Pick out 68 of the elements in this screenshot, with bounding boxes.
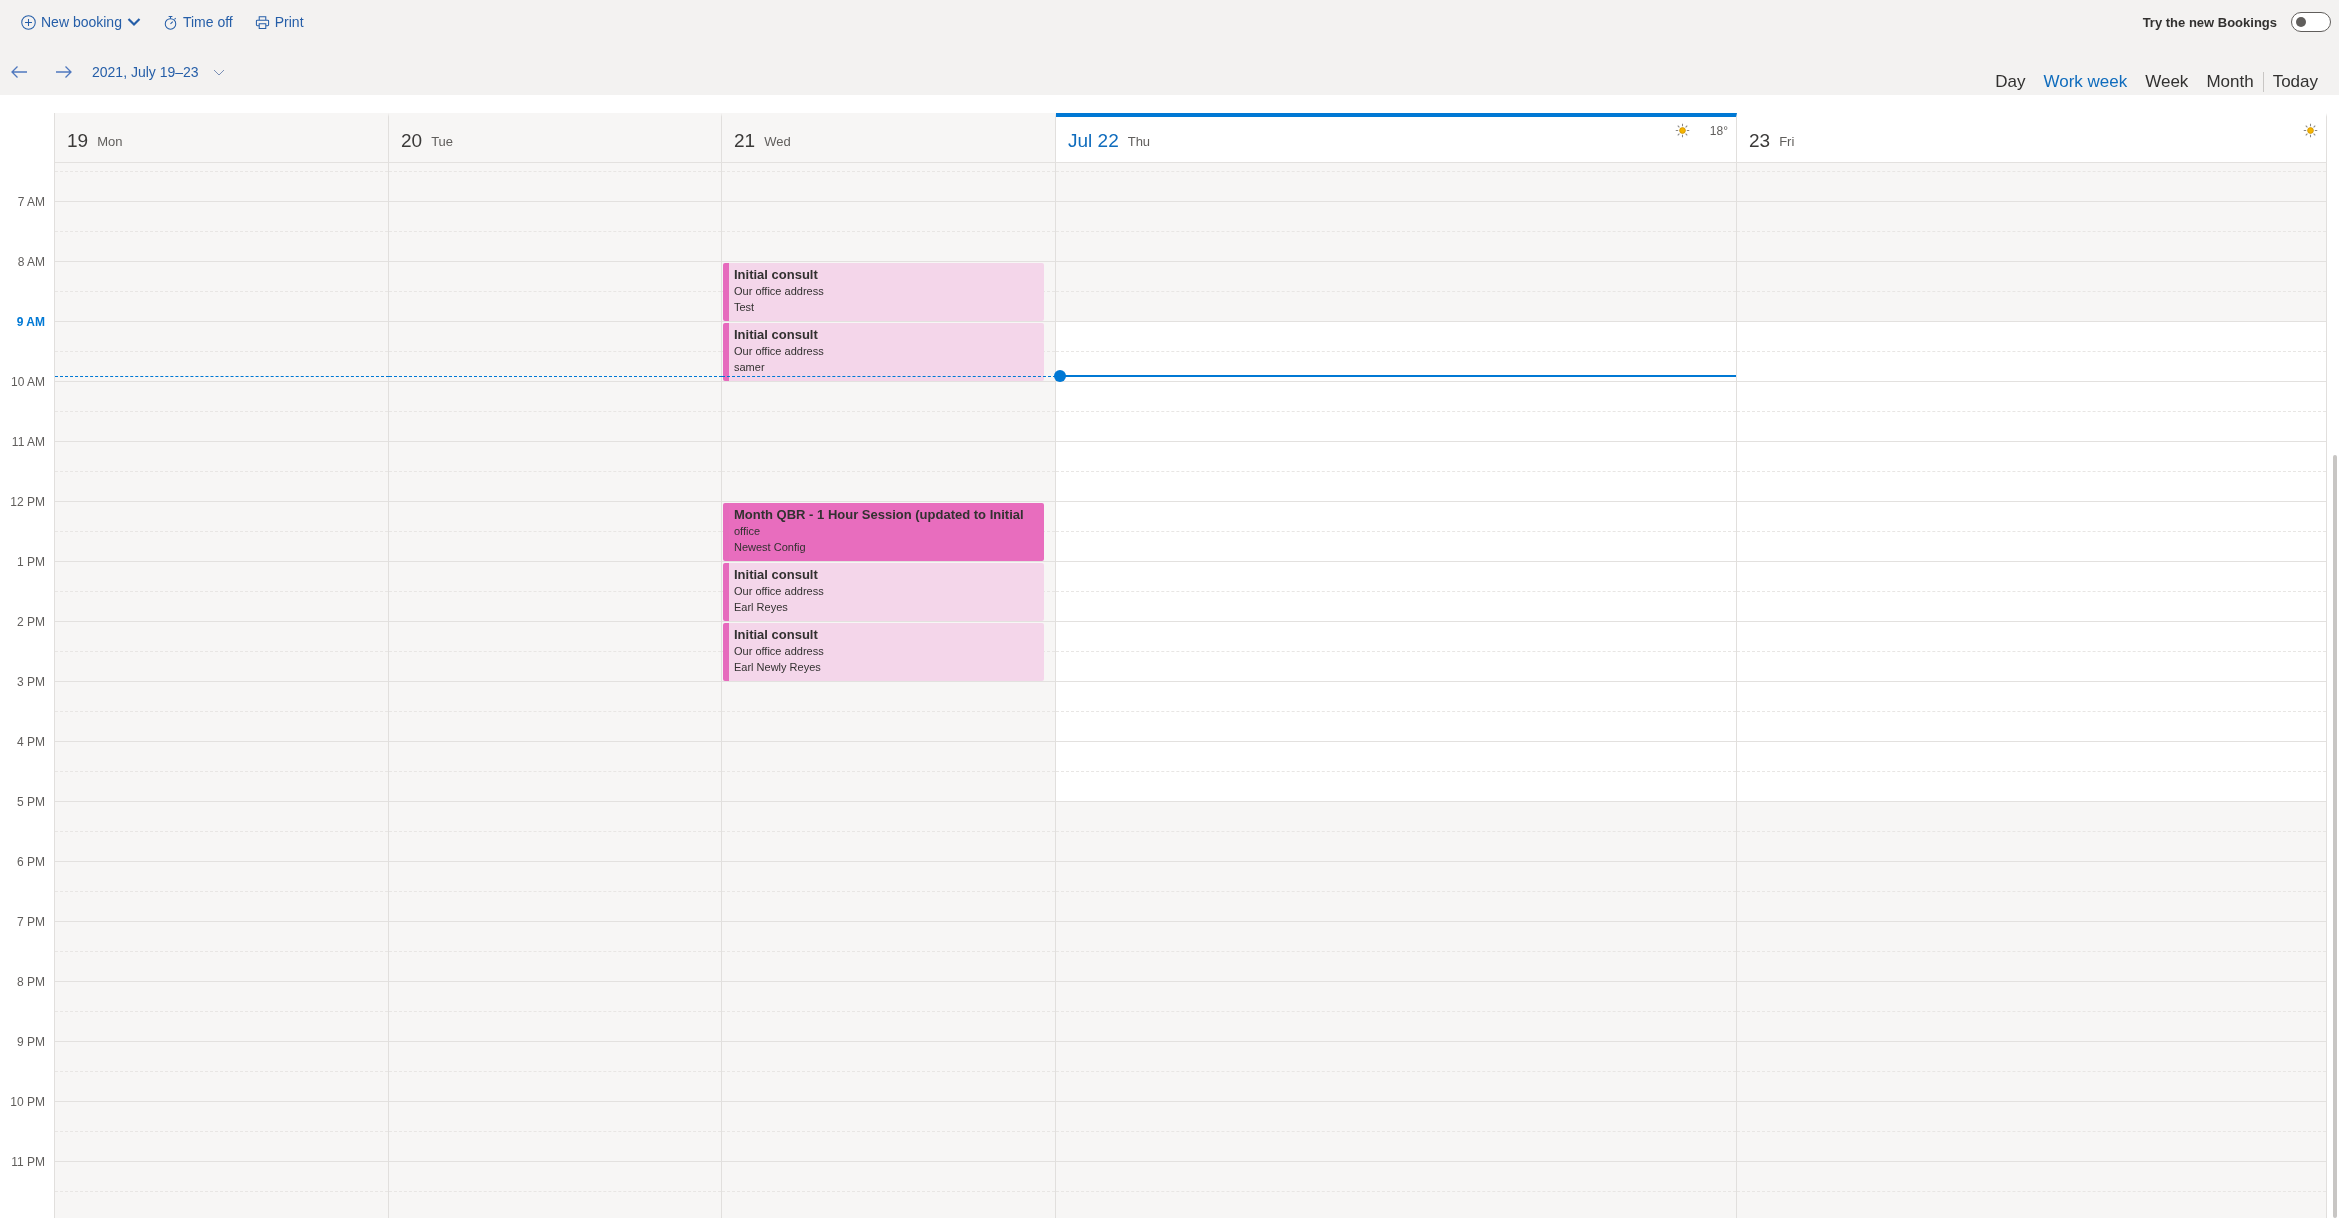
toggle-label: Try the new Bookings	[2142, 14, 2277, 30]
booking-title: Month QBR - 1 Hour Session (updated to Initial	[734, 507, 1024, 523]
time-off-button[interactable]: Time off	[162, 9, 233, 35]
time-label: 4 PM	[17, 735, 45, 749]
time-label: 7 AM	[17, 195, 45, 209]
weekday-label: Mon	[97, 134, 123, 150]
temperature-label: 18°	[1709, 123, 1728, 138]
booking-location: Our office address	[734, 584, 824, 599]
time-label: 9 PM	[17, 1035, 45, 1049]
booking-customer: Earl Newly Reyes	[734, 660, 821, 675]
time-label: 10 PM	[10, 1095, 45, 1109]
booking-location: office	[734, 524, 761, 539]
day-number: 23	[1749, 130, 1771, 152]
time-label: 10 AM	[10, 375, 45, 389]
booking-customer: Newest Config	[734, 540, 806, 555]
day-number: 20	[401, 130, 423, 152]
arrow-left-icon	[10, 65, 28, 79]
day-number: 19	[67, 130, 89, 152]
time-label: 8 PM	[17, 975, 45, 989]
add-icon	[21, 14, 36, 30]
view-tab[interactable]: Day	[1986, 69, 2035, 95]
print-icon	[254, 14, 270, 30]
day-number: Jul 22	[1068, 130, 1119, 152]
time-label: 6 PM	[17, 855, 45, 869]
today-button[interactable]: Today	[2263, 69, 2327, 95]
chevron-down-icon	[126, 17, 141, 27]
booking-title: Initial consult	[734, 267, 818, 283]
booking-customer: Test	[734, 300, 755, 315]
booking-customer: samer	[734, 360, 765, 375]
chevron-down-icon	[212, 68, 225, 76]
print-button[interactable]: Print	[254, 9, 304, 35]
view-tab[interactable]: Work week	[2034, 69, 2137, 95]
time-label: 11 PM	[11, 1155, 45, 1169]
date-range-button[interactable]: 2021, July 19–23	[92, 60, 225, 84]
booking-location: Our office address	[734, 284, 824, 299]
booking-card[interactable]: Initial consult Our office address Test	[723, 263, 1044, 321]
time-label: 2 PM	[17, 615, 45, 629]
view-tab[interactable]: Week	[2136, 69, 2198, 95]
booking-location: Our office address	[734, 644, 824, 659]
time-label: 5 PM	[17, 795, 45, 809]
time-slot[interactable]	[1056, 322, 1736, 382]
time-label: 9 AM	[16, 315, 45, 329]
time-label: 3 PM	[17, 675, 45, 689]
day-number: 21	[734, 130, 756, 152]
time-label: 12 PM	[10, 495, 45, 509]
booking-customer: Earl Reyes	[734, 600, 788, 615]
booking-title: Initial consult	[734, 567, 818, 583]
stopwatch-icon	[162, 14, 178, 30]
weekday-label: Wed	[764, 134, 791, 150]
booking-card[interactable]: Initial consult Our office address Earl Reyes	[723, 563, 1044, 621]
time-label: 8 AM	[17, 255, 45, 269]
weekday-label: Tue	[431, 134, 454, 150]
booking-card[interactable]: Initial consult Our office address samer	[723, 323, 1044, 381]
booking-title: Initial consult	[734, 627, 818, 643]
time-label: 11 AM	[11, 435, 45, 449]
weekday-label: Fri	[1779, 134, 1795, 150]
toggle-switch[interactable]	[2291, 12, 2331, 32]
new-booking-button[interactable]: New booking	[21, 9, 141, 35]
scrollbar[interactable]	[2333, 455, 2337, 1218]
time-label: 1 PM	[17, 555, 45, 569]
time-label: 7 PM	[17, 915, 45, 929]
weekday-label: Thu	[1127, 134, 1151, 150]
arrow-right-icon	[55, 65, 73, 79]
booking-card[interactable]: Month QBR - 1 Hour Session (updated to Initial office Newest Config	[723, 503, 1044, 561]
view-tab[interactable]: Month	[2197, 69, 2263, 95]
booking-location: Our office address	[734, 344, 824, 359]
booking-card[interactable]: Initial consult Our office address Earl Newly Reyes	[723, 623, 1044, 681]
booking-title: Initial consult	[734, 327, 818, 343]
